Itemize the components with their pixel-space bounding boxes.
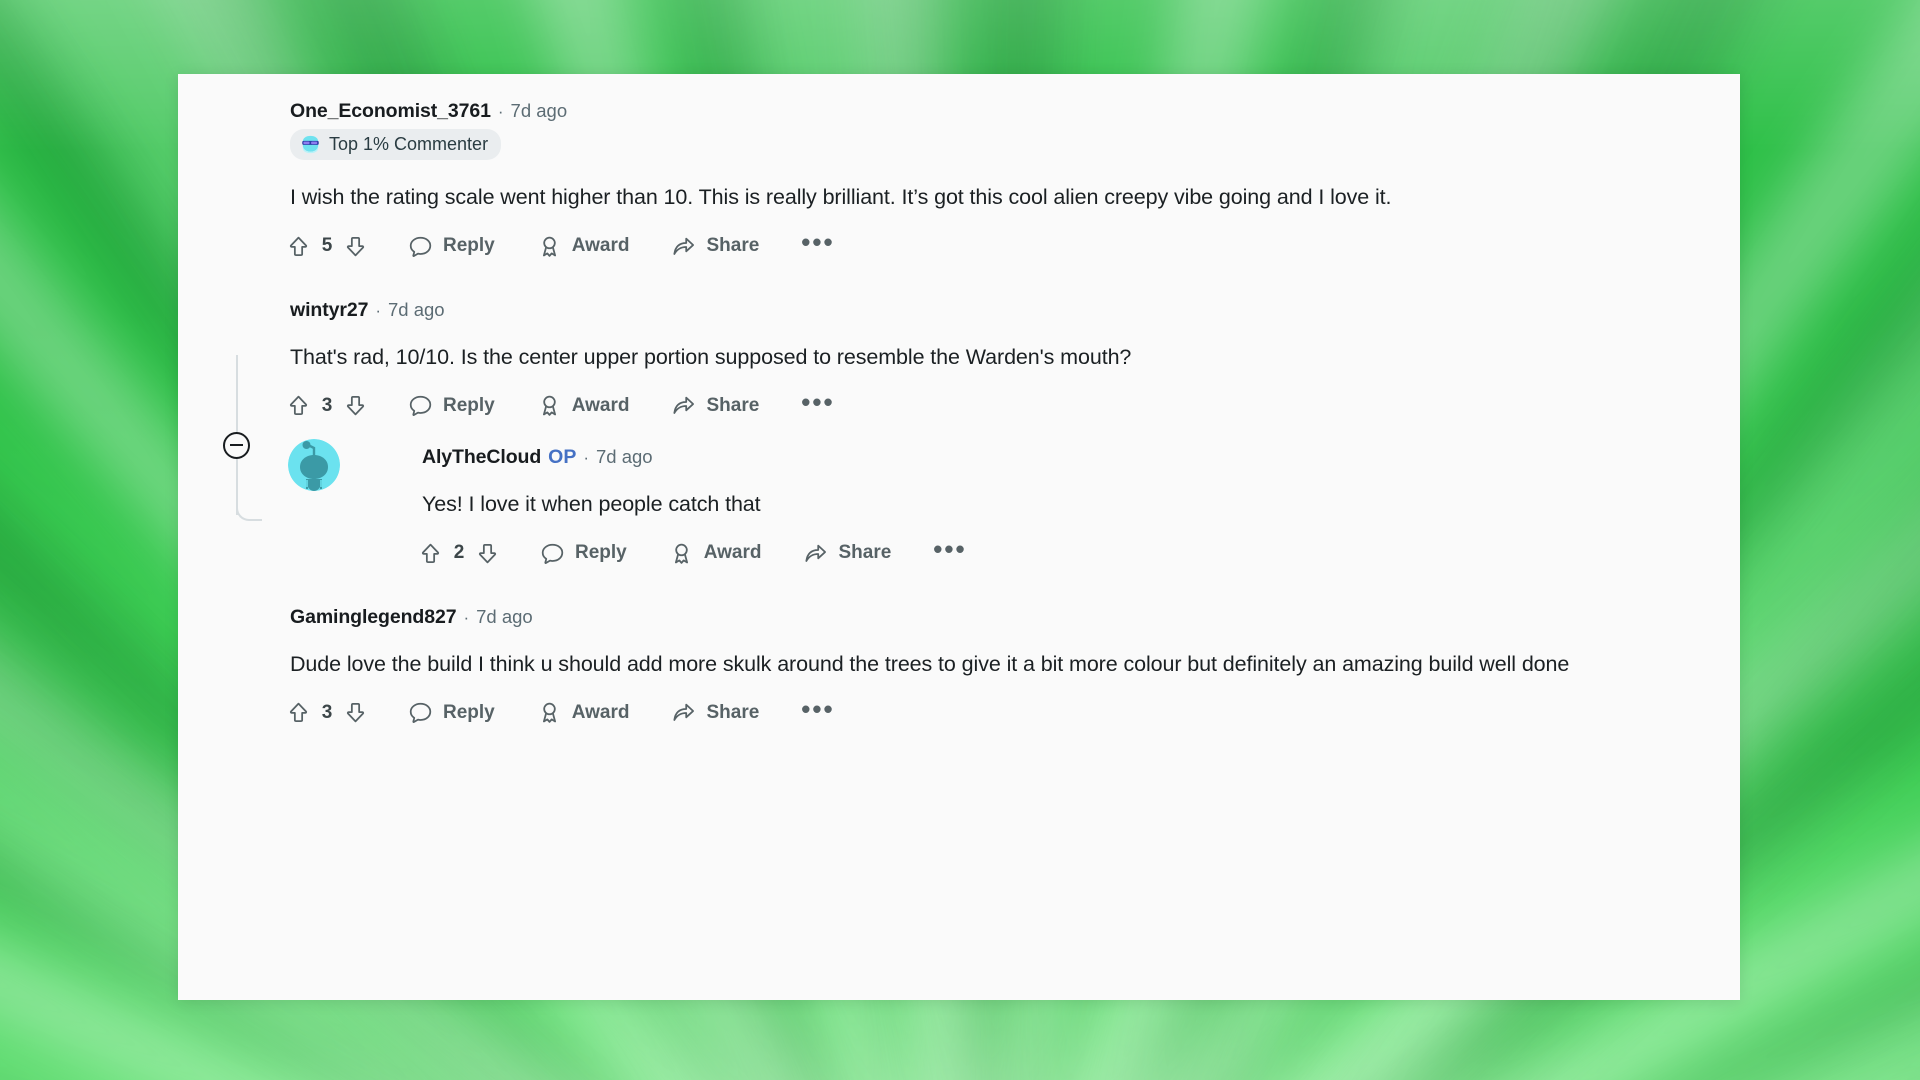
comment-body: Yes! I love it when people catch that [422, 492, 761, 517]
comment-body: I wish the rating scale went higher than… [290, 185, 1392, 209]
award-button[interactable]: Award [527, 228, 640, 265]
share-button-label: Share [706, 235, 760, 257]
byline-separator: · [463, 607, 470, 627]
comment-byline: AlyTheCloud OP · 7d ago [422, 446, 653, 469]
award-button[interactable]: Award [527, 694, 640, 731]
comment-header-text: AlyTheCloud OP · 7d ago [422, 446, 653, 469]
comment: wintyr27 · 7d ago That's rad, 10/10. Is the… [178, 299, 1740, 425]
comment-header-text: Gaminglegend827 · 7d ago [290, 606, 533, 629]
vote-group: 2 [412, 535, 506, 572]
reply-button-label: Reply [443, 394, 495, 416]
reply-button-label: Reply [443, 701, 495, 723]
comment-group: wintyr27 · 7d ago That's rad, 10/10. Is the… [178, 299, 1740, 606]
comment-header-text: wintyr27 · 7d ago [290, 299, 445, 322]
comment-author[interactable]: One_Economist_3761 [290, 100, 491, 123]
more-options-button[interactable]: ••• [789, 229, 846, 259]
more-options-button[interactable]: ••• [921, 536, 978, 566]
avatar[interactable] [288, 439, 340, 492]
collapse-thread-button[interactable] [223, 431, 250, 459]
reply-button[interactable]: Reply [398, 694, 505, 731]
comment-group: Gaminglegend827 · 7d ago Dude love the buil… [178, 606, 1740, 732]
comment-header: wintyr27 · 7d ago [290, 299, 1700, 322]
vote-group: 3 [280, 387, 374, 424]
comment: Gaminglegend827 · 7d ago Dude love the buil… [178, 606, 1740, 732]
more-options-button[interactable]: ••• [789, 696, 846, 726]
downvote-button[interactable] [337, 387, 374, 424]
comment-byline: Gaminglegend827 · 7d ago [290, 606, 533, 629]
op-badge: OP [548, 446, 577, 469]
comment-author[interactable]: Gaminglegend827 [290, 606, 457, 629]
comment-timestamp: 7d ago [510, 100, 568, 121]
comment-group: One_Economist_3761 · 7d ago Top 1% Commente… [178, 100, 1740, 299]
comment-header: Gaminglegend827 · 7d ago [290, 606, 1700, 629]
comment-header: AlyTheCloud OP · 7d ago [422, 446, 1740, 469]
comment-byline: wintyr27 · 7d ago [290, 299, 445, 322]
comment-action-bar: 5 Reply Award Share ••• [280, 228, 1700, 265]
share-button[interactable]: Share [661, 694, 769, 731]
comment-author[interactable]: wintyr27 [290, 299, 368, 322]
upvote-button[interactable] [412, 535, 449, 572]
reply-button[interactable]: Reply [530, 535, 637, 572]
downvote-button[interactable] [337, 228, 374, 265]
share-button[interactable]: Share [661, 387, 769, 424]
vote-group: 5 [280, 228, 374, 265]
comment-action-bar: 3 Reply Award Share ••• [280, 694, 1700, 731]
share-button-label: Share [706, 701, 760, 723]
comment-action-bar: 2 Reply Award Share ••• [412, 535, 1740, 572]
upvote-button[interactable] [280, 387, 317, 424]
reply-button[interactable]: Reply [398, 387, 505, 424]
comment-body: Dude love the build I think u should add… [290, 651, 1570, 676]
byline-separator: · [583, 448, 590, 468]
share-button[interactable]: Share [661, 228, 769, 265]
downvote-button[interactable] [469, 535, 506, 572]
downvote-button[interactable] [337, 694, 374, 731]
award-button-label: Award [571, 701, 630, 723]
reply-button[interactable]: Reply [398, 228, 505, 265]
comment-timestamp: 7d ago [596, 446, 653, 468]
vote-score: 3 [321, 701, 333, 723]
comment-timestamp: 7d ago [388, 298, 445, 320]
ninja-face-badge-icon [302, 135, 319, 154]
vote-score: 5 [321, 235, 333, 257]
comment: AlyTheCloud OP · 7d ago Yes! I love it when … [288, 439, 1740, 572]
share-button-label: Share [838, 542, 892, 564]
comment: One_Economist_3761 · 7d ago Top 1% Commente… [178, 100, 1740, 265]
vote-score: 3 [321, 394, 333, 416]
thread-curve [236, 488, 262, 521]
comment-action-bar: 3 Reply Award Share ••• [280, 387, 1700, 424]
award-button[interactable]: Award [659, 535, 772, 572]
comment-header-text: One_Economist_3761 · 7d ago Top 1% Commente… [290, 100, 567, 160]
comment-byline: One_Economist_3761 · 7d ago [290, 100, 567, 123]
comment-replies: AlyTheCloud OP · 7d ago Yes! I love it when … [288, 439, 1740, 572]
vote-score: 2 [453, 542, 465, 564]
reply-button-label: Reply [443, 235, 495, 257]
comment-header: One_Economist_3761 · 7d ago Top 1% Commente… [290, 100, 1700, 160]
comment-author[interactable]: AlyTheCloud [422, 446, 541, 469]
award-button-label: Award [703, 542, 762, 564]
more-options-button[interactable]: ••• [789, 389, 846, 419]
upvote-button[interactable] [280, 694, 317, 731]
comment-timestamp: 7d ago [476, 605, 533, 627]
upvote-button[interactable] [280, 228, 317, 265]
vote-group: 3 [280, 694, 374, 731]
award-button-label: Award [571, 235, 630, 257]
award-button-label: Award [571, 394, 630, 416]
comments-card: One_Economist_3761 · 7d ago Top 1% Commente… [178, 74, 1740, 1000]
top-commenter-badge[interactable]: Top 1% Commenter [290, 129, 502, 160]
share-button-label: Share [706, 394, 760, 416]
byline-separator: · [497, 102, 504, 121]
badge-label: Top 1% Commenter [329, 134, 489, 154]
award-button[interactable]: Award [527, 387, 640, 424]
comment-thread: One_Economist_3761 · 7d ago Top 1% Commente… [178, 74, 1740, 731]
share-button[interactable]: Share [793, 535, 901, 572]
minus-icon [230, 444, 243, 447]
comment-body: That's rad, 10/10. Is the center upper p… [290, 344, 1132, 369]
reply-button-label: Reply [575, 542, 627, 564]
byline-separator: · [375, 300, 381, 320]
